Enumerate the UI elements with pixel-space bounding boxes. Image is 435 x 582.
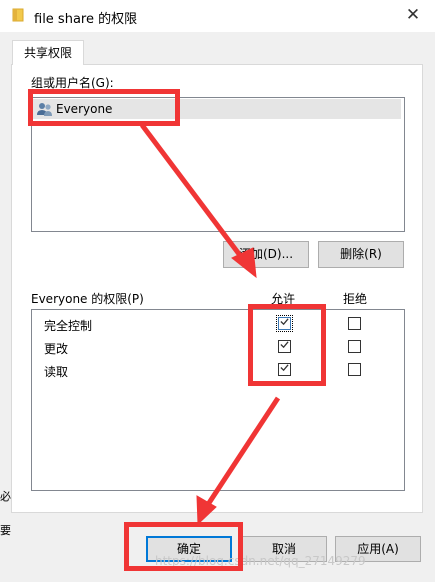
- arrow-to-allow: [140, 123, 257, 279]
- arrow-to-ok: [196, 396, 281, 526]
- annotation-arrows: [140, 123, 281, 526]
